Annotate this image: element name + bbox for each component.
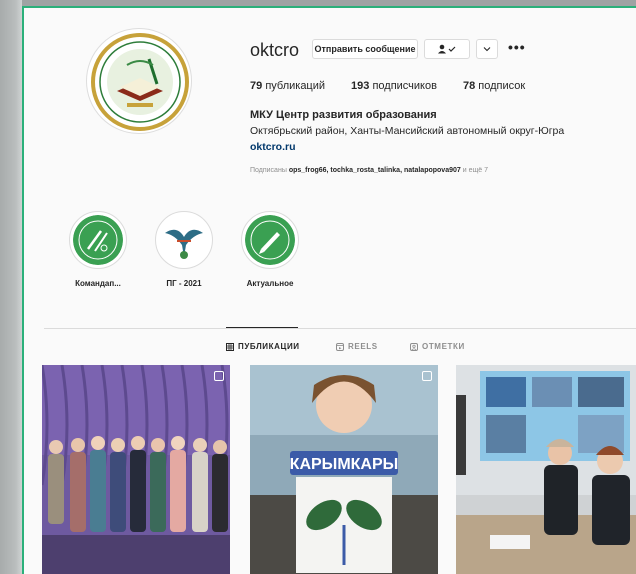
highlight-cover: [245, 215, 295, 265]
group-photo-image: [42, 365, 230, 574]
craft-caption: КАРЫМКАРЫ: [290, 456, 399, 473]
followed-by-text[interactable]: Подписаны ops_frog66, tochka_rosta_talin…: [250, 167, 488, 174]
reels-icon: [336, 342, 344, 351]
followed-by-suffix: и ещё 7: [462, 167, 488, 174]
following-button[interactable]: [424, 39, 470, 59]
tab-label: ОТМЕТКИ: [422, 342, 465, 351]
highlight-cover: [73, 215, 123, 265]
tabs-divider: [44, 328, 636, 329]
highlight-cover: [159, 215, 209, 265]
person-check-icon: [438, 44, 456, 54]
pencils-icon: [73, 215, 123, 265]
tab-reels[interactable]: REELS: [336, 342, 378, 351]
active-tab-indicator: [226, 327, 298, 328]
highlight-ring: [69, 211, 127, 269]
followers-label: подписчиков: [372, 80, 437, 92]
posts-count: 79: [250, 80, 263, 92]
profile-website-link[interactable]: oktcro.ru: [250, 141, 296, 153]
followers-count: 193: [351, 80, 370, 92]
highlight-ring: [241, 211, 299, 269]
window-frame: [0, 0, 22, 574]
profile-username: oktcro: [250, 40, 300, 60]
multiple-images-icon: [214, 371, 224, 381]
posts-count-stat[interactable]: 79 публикаций: [250, 80, 325, 92]
child-craft-image: КАРЫМКАРЫ: [250, 365, 438, 574]
bird-emblem-icon: [159, 215, 209, 265]
more-options-icon[interactable]: •••: [508, 39, 526, 55]
send-message-button[interactable]: Отправить сообщение: [312, 39, 418, 59]
followed-by-users: ops_frog66, tochka_rosta_talinka, natala…: [288, 167, 461, 174]
suggestions-dropdown-button[interactable]: [476, 39, 498, 59]
organization-seal-logo: [90, 32, 190, 132]
profile-bio: Октябрьский район, Ханты-Мансийский авто…: [250, 125, 565, 137]
tab-publications[interactable]: ПУБЛИКАЦИИ: [226, 342, 300, 351]
followed-by-prefix: Подписаны: [250, 167, 287, 174]
profile-full-name: МКУ Центр развития образования: [250, 109, 437, 121]
highlight-item[interactable]: Командап...: [68, 211, 128, 288]
profile-page: oktcro Отправить сообщение ••• 79 публик…: [22, 6, 636, 574]
following-stat[interactable]: 78 подписок: [463, 80, 525, 92]
following-count: 78: [462, 80, 476, 92]
highlight-item[interactable]: Актуальное: [240, 211, 300, 288]
pencil-icon: [245, 215, 295, 265]
post-thumbnail[interactable]: [456, 365, 636, 574]
highlight-label: Актуальное: [246, 279, 294, 288]
tab-label: ПУБЛИКАЦИИ: [238, 342, 300, 351]
highlight-ring: [155, 211, 213, 269]
multiple-images-icon: [422, 371, 432, 381]
following-label: подписок: [478, 80, 526, 92]
grid-icon: [226, 342, 234, 351]
tag-icon: [410, 342, 418, 351]
posts-label: публикаций: [265, 80, 326, 92]
chevron-down-icon: [483, 47, 491, 52]
profile-stats: 79 публикаций 193 подписчиков 78 подписо…: [250, 80, 551, 92]
tab-tagged[interactable]: ОТМЕТКИ: [410, 342, 465, 351]
highlight-item[interactable]: ПГ - 2021: [154, 211, 214, 288]
meeting-photo-image: [456, 365, 636, 574]
post-thumbnail[interactable]: КАРЫМКАРЫ: [250, 365, 438, 574]
highlight-label: ПГ - 2021: [166, 279, 202, 288]
tab-label: REELS: [348, 342, 378, 351]
highlight-label: Командап...: [75, 279, 121, 288]
post-thumbnail[interactable]: [42, 365, 230, 574]
profile-avatar[interactable]: [86, 28, 192, 134]
followers-stat[interactable]: 193 подписчиков: [351, 80, 437, 92]
